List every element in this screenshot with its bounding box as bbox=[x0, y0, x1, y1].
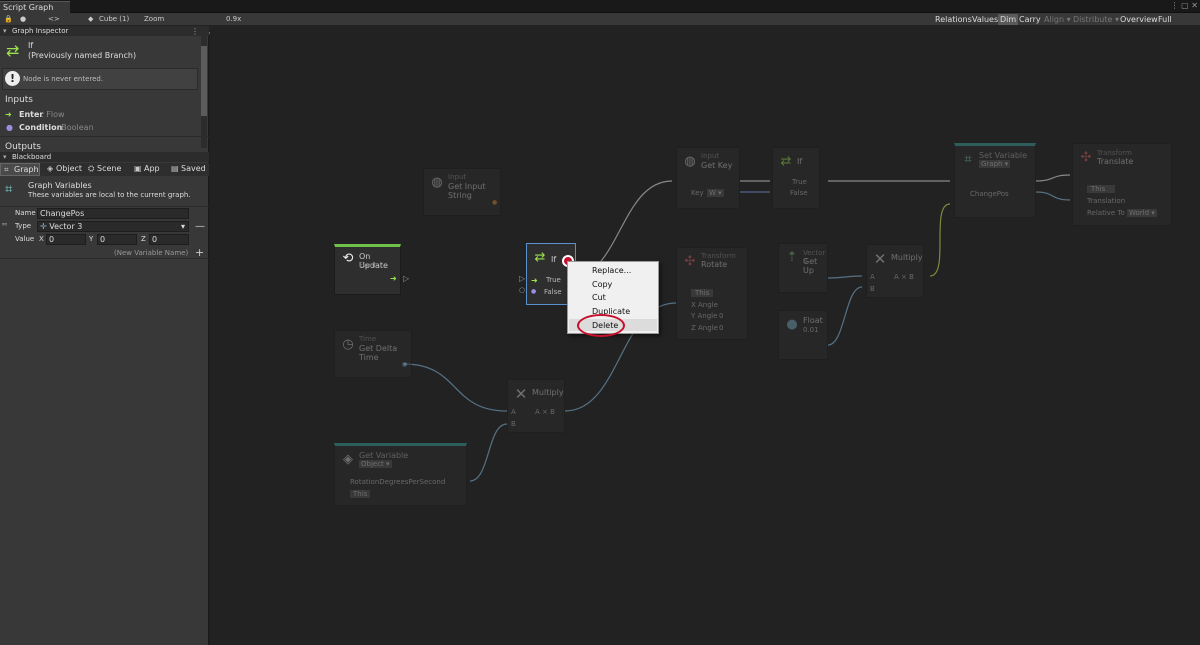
node-title: Rotate bbox=[701, 260, 728, 269]
float-icon: ● bbox=[786, 317, 798, 332]
menu-item-cut[interactable]: Cut bbox=[592, 293, 606, 302]
node-title: Get Variable bbox=[359, 451, 409, 460]
event-icon: ⟲ bbox=[342, 251, 354, 266]
node-set-variable[interactable]: ⌗ Set Variable Graph ▾ ChangePos bbox=[954, 143, 1036, 218]
axb-port-label: A × B bbox=[535, 408, 555, 416]
variable-kind: Object bbox=[361, 460, 384, 468]
menu-item-copy[interactable]: Copy bbox=[592, 280, 612, 289]
cube-icon: ◈ bbox=[343, 452, 353, 467]
clock-icon: ◷ bbox=[342, 337, 354, 352]
this-field[interactable]: This bbox=[1087, 185, 1116, 193]
value-connection bbox=[827, 275, 863, 279]
a-port-label: A bbox=[870, 273, 875, 281]
node-title: Get Up bbox=[803, 257, 818, 275]
vector-up-icon: ⇡ bbox=[786, 250, 798, 265]
flow-input-port[interactable]: ▷ bbox=[519, 274, 525, 283]
flow-output-port[interactable]: ➜ bbox=[390, 274, 397, 283]
key-dropdown[interactable]: W ▾ bbox=[707, 189, 724, 197]
node-title: Float bbox=[803, 316, 823, 325]
transform-icon: ✣ bbox=[684, 254, 696, 269]
node-multiply-1[interactable]: ✕ Multiply A A × B B bbox=[507, 379, 565, 433]
node-multiply-2[interactable]: ✕ Multiply A A × B B bbox=[866, 244, 924, 298]
gamepad-icon: ◍ bbox=[431, 175, 443, 190]
variable-name-field[interactable]: RotationDegreesPerSecond bbox=[350, 478, 445, 486]
condition-input-port[interactable]: ○ bbox=[519, 286, 525, 294]
node-get-input-string[interactable]: ◍ Input Get Input String ● bbox=[423, 168, 501, 216]
flow-connection bbox=[1035, 174, 1071, 182]
node-get-key[interactable]: ◍ Input Get Key Key W ▾ bbox=[676, 147, 740, 209]
node-title: Get Delta Time bbox=[359, 344, 398, 362]
relative-to-value: World bbox=[1129, 209, 1150, 217]
relative-to-dropdown[interactable]: World ▾ bbox=[1127, 209, 1157, 217]
variable-kind-dropdown[interactable]: Graph ▾ bbox=[979, 160, 1011, 168]
node-title: Multiply bbox=[891, 253, 923, 262]
branch-icon: ⇄ bbox=[534, 250, 546, 265]
b-port-label: B bbox=[511, 420, 516, 428]
key-value: W bbox=[709, 189, 716, 197]
delete-highlight-ring bbox=[577, 314, 625, 337]
node-get-variable[interactable]: ◈ Get Variable Object ▾ RotationDegreesP… bbox=[334, 443, 467, 506]
z-angle-value[interactable]: 0 bbox=[719, 324, 723, 332]
node-type-label: Transform bbox=[701, 252, 736, 260]
node-title: Get Key bbox=[701, 161, 733, 170]
node-title: Multiply bbox=[532, 388, 564, 397]
transform-icon: ✣ bbox=[1080, 150, 1092, 165]
value-connection bbox=[1035, 191, 1071, 201]
output-port[interactable]: ● bbox=[402, 361, 407, 368]
menu-item-replace[interactable]: Replace... bbox=[592, 266, 631, 275]
condition-port[interactable]: ● bbox=[531, 288, 536, 295]
variable-kind: Graph bbox=[981, 160, 1003, 168]
node-type-label: Input bbox=[448, 173, 467, 181]
gamepad-icon: ◍ bbox=[684, 154, 696, 169]
node-on-update[interactable]: ⟲ On Update Event ➜ bbox=[334, 244, 401, 295]
value-connection bbox=[403, 363, 508, 412]
node-subtitle: Event bbox=[359, 262, 377, 269]
axb-port-label: A × B bbox=[894, 273, 914, 281]
value-connection bbox=[827, 286, 863, 346]
variable-kind-dropdown[interactable]: Object ▾ bbox=[359, 460, 392, 468]
node-translate[interactable]: ✣ Transform Translate This Translation R… bbox=[1072, 143, 1172, 226]
this-field[interactable]: This bbox=[350, 490, 371, 498]
translation-label: Translation bbox=[1087, 197, 1126, 205]
node-title: Translate bbox=[1097, 157, 1134, 166]
node-title: Get Input String bbox=[448, 182, 486, 200]
node-type-label: Transform bbox=[1097, 149, 1132, 157]
multiply-icon: ✕ bbox=[873, 250, 887, 268]
a-port-label: A bbox=[511, 408, 516, 416]
node-title: If bbox=[797, 157, 803, 166]
this-field[interactable]: This bbox=[691, 289, 714, 297]
node-vector3-get-up[interactable]: ⇡ Vector 3 Get Up bbox=[778, 243, 828, 293]
flow-input-port[interactable]: ➜ bbox=[531, 276, 538, 285]
node-title: If bbox=[551, 255, 557, 264]
false-port-label: False bbox=[790, 189, 808, 197]
key-label: Key bbox=[691, 189, 704, 197]
variable-icon: ⌗ bbox=[964, 152, 972, 167]
node-type-label: Time bbox=[359, 335, 377, 343]
node-title: Set Variable bbox=[979, 151, 1028, 160]
variable-name-field[interactable]: ChangePos bbox=[970, 190, 1009, 198]
value-connection bbox=[929, 203, 951, 277]
branch-icon: ⇄ bbox=[780, 154, 792, 169]
true-port-label: True bbox=[546, 276, 561, 284]
node-type-label: Input bbox=[701, 152, 720, 160]
true-port-label: True bbox=[792, 178, 807, 186]
float-value[interactable]: 0.01 bbox=[803, 326, 819, 334]
b-port-label: B bbox=[870, 285, 875, 293]
node-get-delta-time[interactable]: ◷ Time Get Delta Time ● bbox=[334, 330, 412, 378]
node-float[interactable]: ● Float 0.01 bbox=[778, 310, 828, 360]
output-port[interactable]: ● bbox=[492, 199, 497, 206]
y-angle-label: Y Angle bbox=[691, 312, 718, 320]
value-connection bbox=[469, 423, 508, 482]
y-angle-value[interactable]: 0 bbox=[719, 312, 723, 320]
x-angle-label: X Angle bbox=[691, 301, 718, 309]
node-rotate[interactable]: ✣ Transform Rotate This X Angle Y Angle … bbox=[676, 247, 748, 340]
false-port-label: False bbox=[544, 288, 562, 296]
relative-to-label: Relative To bbox=[1087, 209, 1125, 217]
z-angle-label: Z Angle bbox=[691, 324, 718, 332]
flow-output-port[interactable]: ▷ bbox=[403, 274, 409, 283]
node-if-2[interactable]: ⇄ If True False bbox=[772, 147, 820, 209]
multiply-icon: ✕ bbox=[514, 385, 528, 403]
